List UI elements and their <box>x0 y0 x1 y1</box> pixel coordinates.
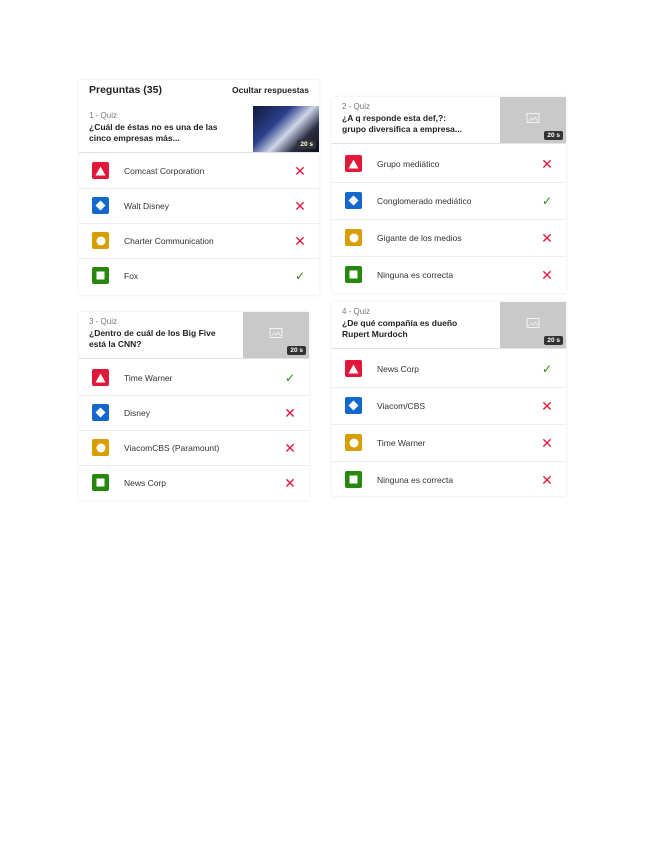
answer-option[interactable]: Time Warner ✓ <box>79 360 309 396</box>
question-thumbnail: 20 s <box>500 302 566 348</box>
triangle-icon <box>92 162 109 179</box>
answer-text: Ninguna es correcta <box>377 474 454 485</box>
question-card-1: Preguntas (35) Ocultar respuestas 1 - Qu… <box>79 80 319 295</box>
cross-icon: ✕ <box>284 439 296 456</box>
check-icon: ✓ <box>284 370 296 385</box>
answer-option[interactable]: Walt Disney ✕ <box>79 188 319 224</box>
question-thumbnail: 20 s <box>243 312 309 358</box>
answer-text: Comcast Corporation <box>124 165 205 176</box>
questions-title: Preguntas (35) <box>89 84 162 96</box>
question-text: ¿A q responde esta def,?: grupo diversif… <box>342 113 462 134</box>
answer-option[interactable]: Gigante de los medios ✕ <box>332 219 566 257</box>
diamond-icon <box>345 192 362 209</box>
cross-icon: ✕ <box>541 155 553 172</box>
image-placeholder-icon <box>269 327 283 338</box>
time-limit-badge: 20 s <box>297 140 316 149</box>
answer-text: Grupo mediático <box>377 158 440 169</box>
time-limit-badge: 20 s <box>544 131 563 140</box>
cross-icon: ✕ <box>541 471 553 488</box>
answer-text: Time Warner <box>377 437 426 448</box>
question-header[interactable]: 4 - Quiz ¿De qué compañía es dueño Ruper… <box>332 302 566 349</box>
time-limit-badge: 20 s <box>287 346 306 355</box>
answer-option[interactable]: Conglomerado mediático ✓ <box>332 182 566 220</box>
answer-text: Gigante de los medios <box>377 232 462 243</box>
answer-text: Viacom/CBS <box>377 400 426 411</box>
question-header[interactable]: 1 - Quiz ¿Cuál de éstas no es una de las… <box>79 106 319 153</box>
answer-option[interactable]: News Corp ✓ <box>332 350 566 388</box>
answer-option[interactable]: Grupo mediático ✕ <box>332 145 566 183</box>
check-icon: ✓ <box>541 193 553 208</box>
answer-option[interactable]: Viacom/CBS ✕ <box>332 387 566 425</box>
diamond-icon <box>92 197 109 214</box>
answer-text: News Corp <box>377 363 420 374</box>
cross-icon: ✕ <box>284 404 296 421</box>
answer-option[interactable]: Charter Communication ✕ <box>79 223 319 259</box>
answer-text: Disney <box>124 407 150 418</box>
square-icon <box>92 474 109 491</box>
question-card-2: 2 - Quiz ¿A q responde esta def,?: grupo… <box>332 97 566 293</box>
square-icon <box>345 266 362 283</box>
answer-text: Ninguna es correcta <box>377 269 454 280</box>
hide-answers-button[interactable]: Ocultar respuestas <box>232 85 309 95</box>
question-text: ¿Cuál de éstas no es una de las cinco em… <box>89 122 218 143</box>
answer-option[interactable]: Disney ✕ <box>79 395 309 431</box>
question-thumbnail: 20 s <box>500 97 566 143</box>
square-icon <box>345 471 362 488</box>
triangle-icon <box>345 360 362 377</box>
answer-option[interactable]: Ninguna es correcta ✕ <box>332 461 566 498</box>
check-icon: ✓ <box>294 268 306 283</box>
diamond-icon <box>345 397 362 414</box>
question-number: 2 - Quiz <box>342 102 371 111</box>
cross-icon: ✕ <box>541 266 553 283</box>
answer-option[interactable]: News Corp ✕ <box>79 465 309 500</box>
answer-option[interactable]: Time Warner ✕ <box>332 424 566 462</box>
cross-icon: ✕ <box>284 474 296 491</box>
triangle-icon <box>92 369 109 386</box>
question-header[interactable]: 3 - Quiz ¿Dentro de cuál de los Big Five… <box>79 312 309 359</box>
cross-icon: ✕ <box>294 197 306 214</box>
cross-icon: ✕ <box>541 397 553 414</box>
answer-text: Walt Disney <box>124 200 170 211</box>
answer-text: ViacomCBS (Paramount) <box>124 442 220 453</box>
question-text: ¿Dentro de cuál de los Big Five está la … <box>89 328 216 349</box>
cross-icon: ✕ <box>541 434 553 451</box>
question-number: 1 - Quiz <box>89 111 118 120</box>
circle-icon <box>92 232 109 249</box>
answer-text: Fox <box>124 270 139 281</box>
cross-icon: ✕ <box>294 232 306 249</box>
answer-text: Time Warner <box>124 372 173 383</box>
circle-icon <box>345 434 362 451</box>
question-number: 3 - Quiz <box>89 317 118 326</box>
question-card-4: 4 - Quiz ¿De qué compañía es dueño Ruper… <box>332 302 566 496</box>
answer-option[interactable]: Fox ✓ <box>79 258 319 293</box>
circle-icon <box>345 229 362 246</box>
check-icon: ✓ <box>541 361 553 376</box>
questions-header: Preguntas (35) Ocultar respuestas <box>79 80 319 100</box>
time-limit-badge: 20 s <box>544 336 563 345</box>
diamond-icon <box>92 404 109 421</box>
triangle-icon <box>345 155 362 172</box>
answer-text: News Corp <box>124 477 167 488</box>
cross-icon: ✕ <box>294 162 306 179</box>
question-number: 4 - Quiz <box>342 307 371 316</box>
question-header[interactable]: 2 - Quiz ¿A q responde esta def,?: grupo… <box>332 97 566 144</box>
question-card-3: 3 - Quiz ¿Dentro de cuál de los Big Five… <box>79 312 309 500</box>
answer-option[interactable]: Comcast Corporation ✕ <box>79 153 319 189</box>
image-placeholder-icon <box>526 112 540 123</box>
image-placeholder-icon <box>526 317 540 328</box>
answer-text: Conglomerado mediático <box>377 195 472 206</box>
answer-option[interactable]: ViacomCBS (Paramount) ✕ <box>79 430 309 466</box>
answer-text: Charter Communication <box>124 235 214 246</box>
cross-icon: ✕ <box>541 229 553 246</box>
square-icon <box>92 267 109 284</box>
question-thumbnail: 20 s <box>253 106 319 152</box>
answer-option[interactable]: Ninguna es correcta ✕ <box>332 256 566 293</box>
circle-icon <box>92 439 109 456</box>
question-text: ¿De qué compañía es dueño Rupert Murdoch <box>342 318 458 339</box>
